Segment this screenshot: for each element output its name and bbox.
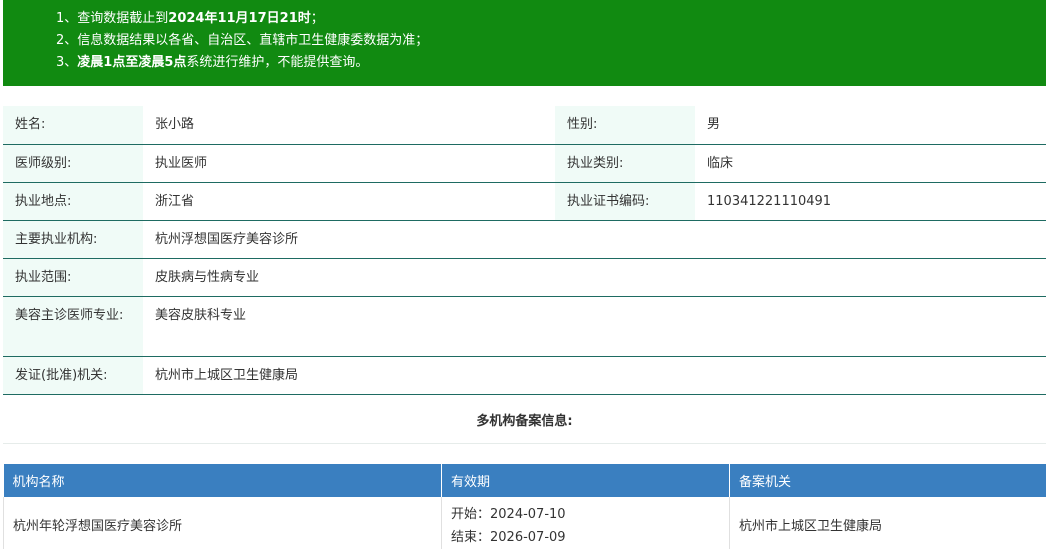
header-authority: 备案机关 (729, 464, 1046, 497)
cert-label: 执业证书编码: (555, 182, 695, 221)
category-value: 临床 (695, 144, 1046, 183)
info-row-issuer: 发证(批准)机关: 杭州市上城区卫生健康局 (3, 356, 1046, 395)
info-row-beauty: 美容主诊医师专业: 美容皮肤科专业 (3, 296, 1046, 357)
multi-org-table: 机构名称 有效期 备案机关 杭州年轮浮想国医疗美容诊所 开始：2024-07-1… (3, 464, 1046, 549)
notice-line-3: 3、凌晨1点至凌晨5点系统进行维护，不能提供查询。 (56, 55, 369, 70)
org-value: 杭州浮想国医疗美容诊所 (143, 220, 1046, 259)
place-value: 浙江省 (143, 182, 555, 221)
scope-label: 执业范围: (3, 258, 143, 297)
row-validity-end: 结束：2026-07-09 (451, 530, 566, 545)
info-row-scope: 执业范围: 皮肤病与性病专业 (3, 258, 1046, 297)
notice-line-2: 2、信息数据结果以各省、自治区、直辖市卫生健康委数据为准； (56, 33, 429, 48)
notice-line-1: 1、查询数据截止到2024年11月17日21时； (56, 11, 324, 26)
issuer-value: 杭州市上城区卫生健康局 (143, 356, 1046, 395)
doctor-info-table: 姓名: 张小路 性别: 男 医师级别: 执业医师 执业类别: 临床 执业地点: … (3, 106, 1046, 395)
level-label: 医师级别: (3, 144, 143, 183)
category-label: 执业类别: (555, 144, 695, 183)
notice-banner: 1、查询数据截止到2024年11月17日21时； 2、信息数据结果以各省、自治区… (3, 0, 1046, 86)
issuer-label: 发证(批准)机关: (3, 356, 143, 395)
header-org-name: 机构名称 (3, 464, 442, 497)
name-value: 张小路 (143, 106, 555, 145)
info-row-level: 医师级别: 执业医师 执业类别: 临床 (3, 144, 1046, 183)
beauty-label: 美容主诊医师专业: (3, 296, 143, 357)
level-value: 执业医师 (143, 144, 555, 183)
row-validity-start: 开始：2024-07-10 (451, 507, 566, 522)
table-row: 杭州年轮浮想国医疗美容诊所 开始：2024-07-10 结束：2026-07-0… (3, 497, 1046, 549)
beauty-value: 美容皮肤科专业 (143, 296, 1046, 357)
row-authority: 杭州市上城区卫生健康局 (729, 497, 1046, 549)
place-label: 执业地点: (3, 182, 143, 221)
header-validity: 有效期 (441, 464, 730, 497)
cert-value: 110341221110491 (695, 182, 1046, 221)
info-row-place: 执业地点: 浙江省 执业证书编码: 110341221110491 (3, 182, 1046, 221)
row-org-name: 杭州年轮浮想国医疗美容诊所 (3, 497, 442, 549)
name-label: 姓名: (3, 106, 143, 145)
multi-org-header-row: 机构名称 有效期 备案机关 (3, 464, 1046, 497)
gender-label: 性别: (555, 106, 695, 145)
info-row-org: 主要执业机构: 杭州浮想国医疗美容诊所 (3, 220, 1046, 259)
gender-value: 男 (695, 106, 1046, 145)
row-validity: 开始：2024-07-10 结束：2026-07-09 (441, 497, 730, 549)
scope-value: 皮肤病与性病专业 (143, 258, 1046, 297)
info-row-name: 姓名: 张小路 性别: 男 (3, 106, 1046, 145)
org-label: 主要执业机构: (3, 220, 143, 259)
multi-org-title: 多机构备案信息: (3, 401, 1046, 444)
